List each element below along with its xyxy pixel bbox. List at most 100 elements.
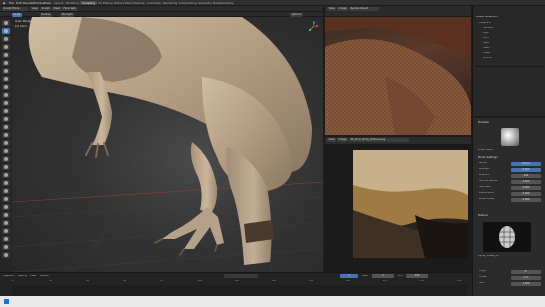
rotate-icon: [4, 141, 8, 145]
tab-modeling[interactable]: Modeling: [64, 1, 81, 5]
image-editor[interactable]: [325, 145, 471, 273]
tab-sculpting[interactable]: Sculpting: [80, 1, 98, 5]
start-menu-icon[interactable]: [4, 299, 9, 304]
move-tool-button[interactable]: [2, 132, 10, 138]
menu-edit[interactable]: Edit: [16, 2, 22, 5]
hardness-field[interactable]: 0.000: [511, 185, 541, 190]
render-preview[interactable]: [325, 17, 471, 135]
brush-preview-icon[interactable]: [501, 128, 519, 146]
render-view-menu[interactable]: View: [327, 7, 337, 11]
smooth-brush-tool-button[interactable]: [2, 172, 10, 178]
menu-file[interactable]: File: [9, 2, 14, 5]
scene-collection-label: Scene Collection: [476, 16, 498, 18]
mask-brush-tool-button[interactable]: [2, 252, 10, 258]
direction-field[interactable]: Add: [511, 173, 541, 178]
sculpt-menu[interactable]: Sculpt: [40, 7, 52, 11]
smooth-brush-tool-button[interactable]: [2, 44, 10, 50]
select-icon: [4, 149, 8, 153]
render-image-menu[interactable]: Image: [337, 7, 349, 11]
brush-selector[interactable]: Draw: [12, 12, 22, 17]
clay-strips-tool-button[interactable]: [2, 228, 10, 234]
radius-row-label: Radius: [479, 162, 488, 164]
move-tool-button[interactable]: [2, 196, 10, 202]
select-tool-button[interactable]: [2, 148, 10, 154]
navigation-gizmo[interactable]: [307, 21, 319, 33]
playback-menu[interactable]: Playback: [3, 275, 15, 278]
outliner-item[interactable]: Collection: [479, 22, 491, 25]
outliner-item[interactable]: Claws: [483, 52, 490, 55]
playback-controls[interactable]: [224, 273, 258, 278]
strength-field[interactable]: 0.500: [511, 167, 541, 172]
menu-help[interactable]: Help: [44, 2, 51, 5]
smooth-brush-tool-button[interactable]: [2, 236, 10, 242]
mask-brush-icon: [4, 61, 8, 65]
end-frame-field[interactable]: 250: [406, 273, 428, 278]
image-image-menu[interactable]: Image: [337, 138, 349, 142]
grab-brush-tool-button[interactable]: [2, 52, 10, 58]
keying-menu[interactable]: Keying: [18, 275, 27, 278]
mask-menu[interactable]: Mask: [52, 7, 62, 11]
outliner-item[interactable]: Light: [483, 32, 489, 35]
brush-name[interactable]: Draw Sharp: [478, 149, 493, 152]
mask-brush-tool-button[interactable]: [2, 124, 10, 130]
mask-brush-tool-button[interactable]: [2, 60, 10, 66]
outliner-item[interactable]: Eyes: [483, 42, 489, 45]
clay-strips-tool-button[interactable]: [2, 100, 10, 106]
size-field[interactable]: 1.000: [511, 281, 541, 286]
outliner-item[interactable]: Teeth: [483, 47, 490, 50]
texture-section-label[interactable]: Texture: [478, 214, 488, 217]
timeline-view-menu[interactable]: View: [30, 275, 36, 278]
angle-field[interactable]: 0°: [511, 269, 541, 274]
rotate-tool-button[interactable]: [2, 204, 10, 210]
offset-field[interactable]: 0 m: [511, 275, 541, 280]
draw-brush-tool-button[interactable]: [2, 156, 10, 162]
draw-brush-tool-button[interactable]: [2, 92, 10, 98]
brushes-section-label[interactable]: Brushes: [478, 121, 489, 124]
grab-brush-tool-button[interactable]: [2, 244, 10, 250]
3d-viewport[interactable]: User Perspective (1) Dino: [12, 17, 323, 272]
radius-field[interactable]: 120 px: [511, 161, 541, 166]
smooth-brush-tool-button[interactable]: [2, 108, 10, 114]
texture-preview[interactable]: [483, 222, 531, 252]
strength-label[interactable]: Strength: [60, 12, 75, 17]
select-tool-button[interactable]: [2, 212, 10, 218]
start-frame-field[interactable]: 1: [372, 273, 394, 278]
move-tool-button[interactable]: [2, 68, 10, 74]
clay-strips-tool-button[interactable]: [2, 36, 10, 42]
image-selector[interactable]: 4K_Dino_Body_Diffuse.png: [349, 138, 409, 142]
keyframe-area[interactable]: [12, 285, 467, 296]
outliner-item[interactable]: Dino: [483, 37, 489, 40]
blender-logo-icon[interactable]: ◆: [3, 2, 5, 5]
view-menu[interactable]: View: [30, 7, 40, 11]
autosmooth-field[interactable]: 0.000: [511, 191, 541, 196]
texture-name[interactable]: Alpha_Scales_01: [478, 255, 499, 258]
current-frame-field[interactable]: 1: [340, 273, 358, 278]
rotate-tool-button[interactable]: [2, 76, 10, 82]
mode-dropdown[interactable]: Sculpt Mode: [2, 7, 28, 11]
mask-brush-tool-button[interactable]: [2, 188, 10, 194]
marker-menu[interactable]: Marker: [40, 275, 49, 278]
plane-offset-field[interactable]: 0.000: [511, 197, 541, 202]
timeline[interactable]: Playback Keying View Marker 1 Start 1 En…: [0, 272, 472, 296]
frame-tick-label: 200: [382, 280, 388, 282]
draw-brush-tool-button[interactable]: [2, 28, 10, 34]
options-menu[interactable]: Options: [290, 12, 304, 17]
face-sets-menu[interactable]: Face Sets: [62, 7, 78, 11]
draw-brush-icon: [4, 221, 8, 225]
select-tool-button[interactable]: [2, 20, 10, 26]
grab-brush-tool-button[interactable]: [2, 116, 10, 122]
radius-label[interactable]: Radius: [40, 12, 52, 17]
clay-strips-tool-button[interactable]: [2, 164, 10, 170]
mask-brush-icon: [4, 253, 8, 257]
select-tool-button[interactable]: [2, 84, 10, 90]
image-view-menu[interactable]: View: [327, 138, 337, 142]
outliner-item[interactable]: Ground: [483, 57, 492, 60]
normal-radius-field[interactable]: 0.500: [511, 179, 541, 184]
grab-brush-tool-button[interactable]: [2, 180, 10, 186]
brush-settings-section-label[interactable]: Brush Settings: [478, 156, 498, 159]
render-result-selector[interactable]: Render Result: [349, 7, 379, 11]
rotate-tool-button[interactable]: [2, 140, 10, 146]
draw-brush-tool-button[interactable]: [2, 220, 10, 226]
outliner-item[interactable]: Camera: [483, 27, 493, 30]
tab-scripting[interactable]: Scripting: [219, 1, 235, 5]
